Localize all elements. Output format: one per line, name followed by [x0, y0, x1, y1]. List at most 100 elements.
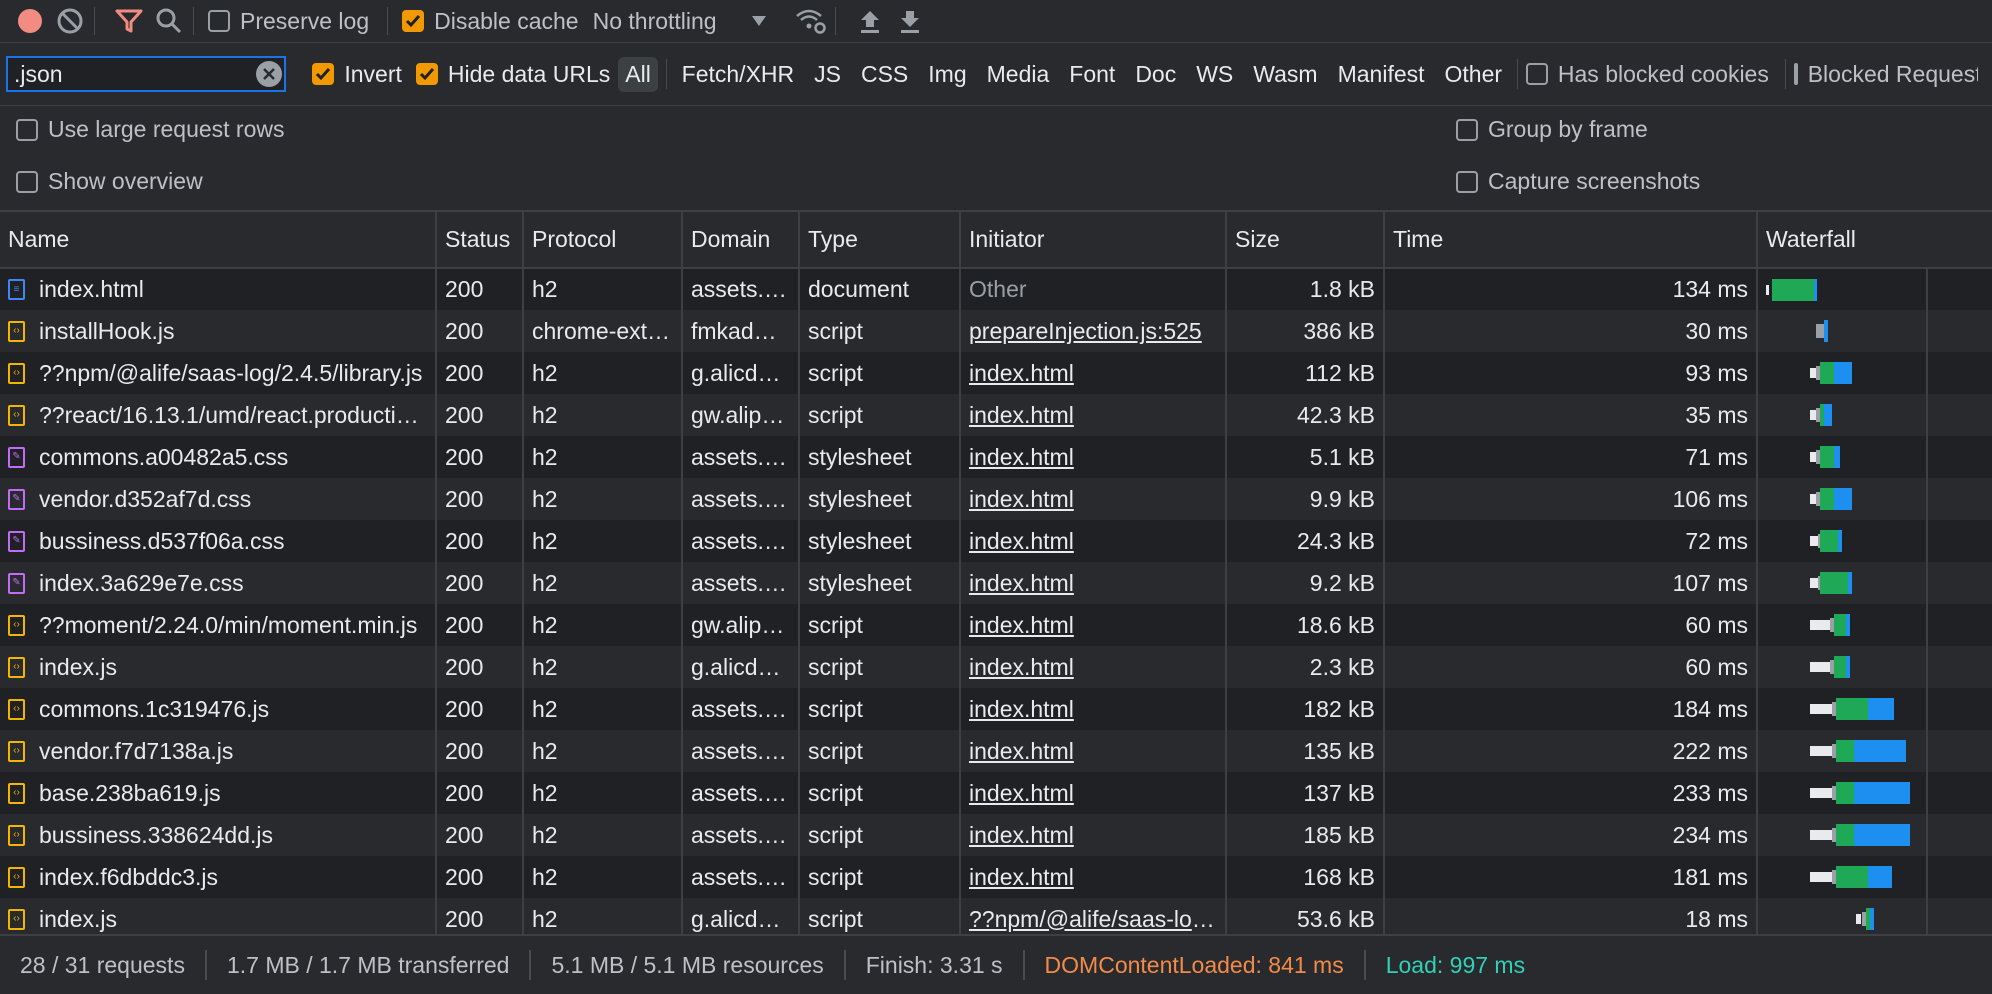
waterfall-cell[interactable] [1757, 730, 1992, 772]
table-row[interactable]: ✎ commons.a00482a5.css 200h2assets.alicdn.… [0, 436, 1992, 478]
table-row[interactable]: ‹› commons.1c319476.js 200h2assets.alicdn.… [0, 688, 1992, 730]
search-button[interactable] [149, 1, 189, 41]
import-har-button[interactable] [850, 1, 890, 41]
filter-input-value[interactable]: .json [8, 61, 63, 88]
request-name-cell[interactable]: ‹› base.238ba619.js [0, 772, 437, 814]
disable-cache-checkbox[interactable]: Disable cache [402, 8, 579, 35]
request-name-cell[interactable]: ‹› ??react/16.13.1/umd/react.production.m… [0, 394, 437, 436]
checkbox-checked[interactable] [402, 10, 425, 32]
initiator-link[interactable]: index.html [969, 528, 1074, 554]
invert-checkbox[interactable]: Invert [312, 61, 402, 88]
waterfall-cell[interactable] [1757, 814, 1992, 856]
waterfall-cell[interactable] [1757, 394, 1992, 436]
checkbox-unchecked[interactable] [16, 170, 38, 193]
waterfall-cell[interactable] [1757, 352, 1992, 394]
throttling-select[interactable]: No throttling [593, 8, 767, 35]
table-row[interactable]: ‹› ??react/16.13.1/umd/react.production.m… [0, 394, 1992, 436]
column-header-size[interactable]: Size [1226, 212, 1385, 269]
column-header-waterfall[interactable]: Waterfall [1757, 212, 1992, 269]
request-name-cell[interactable]: ‹› index.js [0, 646, 437, 688]
type-filter-manifest[interactable]: Manifest [1331, 57, 1432, 92]
record-button[interactable] [10, 1, 50, 41]
request-name-cell[interactable]: ‹› vendor.f7d7138a.js [0, 730, 437, 772]
initiator-link[interactable]: index.html [969, 864, 1074, 890]
request-name-cell[interactable]: ‹› commons.1c319476.js [0, 688, 437, 730]
initiator-link[interactable]: index.html [969, 402, 1074, 428]
table-row[interactable]: ‹› ??moment/2.24.0/min/moment.min.js 200 h2… [0, 604, 1992, 646]
large-rows-checkbox[interactable]: Use large request rows [16, 116, 285, 143]
initiator-link[interactable]: index.html [969, 738, 1074, 764]
waterfall-cell[interactable] [1757, 646, 1992, 688]
request-name-cell[interactable]: ✎ bussiness.d537f06a.css [0, 520, 437, 562]
waterfall-cell[interactable] [1757, 604, 1992, 646]
column-header-name[interactable]: Name [0, 212, 437, 269]
request-name-cell[interactable]: ‹› index.f6dbddc3.js [0, 856, 437, 898]
column-header-status[interactable]: Status [436, 212, 524, 269]
request-name-cell[interactable]: ✎ index.3a629e7e.css [0, 562, 437, 604]
checkbox-checked[interactable] [415, 63, 438, 85]
type-filter-img[interactable]: Img [921, 57, 973, 92]
waterfall-cell[interactable] [1757, 520, 1992, 562]
type-filter-font[interactable]: Font [1062, 57, 1122, 92]
column-header-protocol[interactable]: Protocol [523, 212, 683, 269]
type-filter-all[interactable]: All [618, 56, 658, 92]
type-filter-wasm[interactable]: Wasm [1246, 57, 1324, 92]
type-filter-fetch-xhr[interactable]: Fetch/XHR [675, 57, 801, 92]
waterfall-cell[interactable] [1757, 856, 1992, 898]
type-filter-js[interactable]: JS [807, 57, 848, 92]
request-name-cell[interactable]: ✎ commons.a00482a5.css [0, 436, 437, 478]
show-overview-checkbox[interactable]: Show overview [16, 168, 203, 195]
export-har-button[interactable] [890, 1, 930, 41]
filter-toggle-button[interactable] [109, 1, 149, 41]
network-conditions-button[interactable] [791, 1, 831, 41]
waterfall-cell[interactable] [1757, 478, 1992, 520]
type-filter-doc[interactable]: Doc [1128, 57, 1183, 92]
table-row[interactable]: ‹› bussiness.338624dd.js 200h2assets.alicd… [0, 814, 1992, 856]
waterfall-cell[interactable] [1757, 562, 1992, 604]
initiator-link[interactable]: index.html [969, 486, 1074, 512]
checkbox-checked[interactable] [312, 63, 335, 85]
checkbox-unchecked[interactable] [1456, 118, 1478, 141]
preserve-log-checkbox[interactable]: Preserve log [208, 8, 369, 35]
capture-screenshots-checkbox[interactable]: Capture screenshots [1456, 168, 1700, 195]
initiator-link[interactable]: index.html [969, 444, 1074, 470]
table-row[interactable]: ‹› index.js 200h2g.alicdn.comscript index.h… [0, 646, 1992, 688]
initiator-link[interactable]: prepareInjection.js:525 [969, 318, 1202, 344]
table-row[interactable]: ✎ index.3a629e7e.css 200h2assets.alicdn.co… [0, 562, 1992, 604]
has-blocked-cookies-checkbox[interactable]: Has blocked cookies [1525, 61, 1769, 88]
request-name-cell[interactable]: ‹› ??moment/2.24.0/min/moment.min.js [0, 604, 437, 646]
waterfall-cell[interactable] [1757, 772, 1992, 814]
initiator-link[interactable]: index.html [969, 696, 1074, 722]
filter-input[interactable]: .json [6, 56, 287, 92]
table-row[interactable]: ‹› index.f6dbddc3.js 200h2assets.alicdn.co… [0, 856, 1992, 898]
table-row[interactable]: ≡ index.html 200h2assets.alicdn.comdocumen… [0, 268, 1992, 310]
column-header-time[interactable]: Time [1384, 212, 1758, 269]
request-name-cell[interactable]: ‹› installHook.js [0, 310, 437, 352]
waterfall-cell[interactable] [1757, 436, 1992, 478]
request-name-cell[interactable]: ✎ vendor.d352af7d.css [0, 478, 437, 520]
column-header-domain[interactable]: Domain [682, 212, 800, 269]
initiator-link[interactable]: index.html [969, 570, 1074, 596]
type-filter-other[interactable]: Other [1438, 57, 1510, 92]
waterfall-cell[interactable] [1757, 268, 1992, 310]
request-name-cell[interactable]: ‹› ??npm/@alife/saas-log/2.4.5/library.js [0, 352, 437, 394]
type-filter-ws[interactable]: WS [1189, 57, 1240, 92]
initiator-link[interactable]: index.html [969, 822, 1074, 848]
hide-data-urls-checkbox[interactable]: Hide data URLs [415, 61, 610, 88]
table-row[interactable]: ‹› ??npm/@alife/saas-log/2.4.5/library.js… [0, 352, 1992, 394]
column-header-initiator[interactable]: Initiator [960, 212, 1227, 269]
type-filter-css[interactable]: CSS [854, 57, 915, 92]
clear-filter-icon[interactable] [256, 61, 283, 87]
table-row[interactable]: ‹› vendor.f7d7138a.js 200h2assets.alicdn.c… [0, 730, 1992, 772]
initiator-link[interactable]: ??npm/@alife/saas-log/2.4.5/library.js [969, 906, 1224, 932]
table-row[interactable]: ‹› installHook.js 200chrome-extensionfmkad… [0, 310, 1992, 352]
type-filter-media[interactable]: Media [980, 57, 1057, 92]
initiator-link[interactable]: index.html [969, 654, 1074, 680]
checkbox-unchecked[interactable] [1456, 170, 1478, 193]
waterfall-cell[interactable] [1757, 310, 1992, 352]
table-row[interactable]: ✎ bussiness.d537f06a.css 200h2assets.alicd… [0, 520, 1992, 562]
table-row[interactable]: ✎ vendor.d352af7d.css 200h2assets.alicdn.c… [0, 478, 1992, 520]
initiator-link[interactable]: index.html [969, 360, 1074, 386]
initiator-link[interactable]: index.html [969, 612, 1074, 638]
request-name-cell[interactable]: ≡ index.html [0, 268, 437, 310]
